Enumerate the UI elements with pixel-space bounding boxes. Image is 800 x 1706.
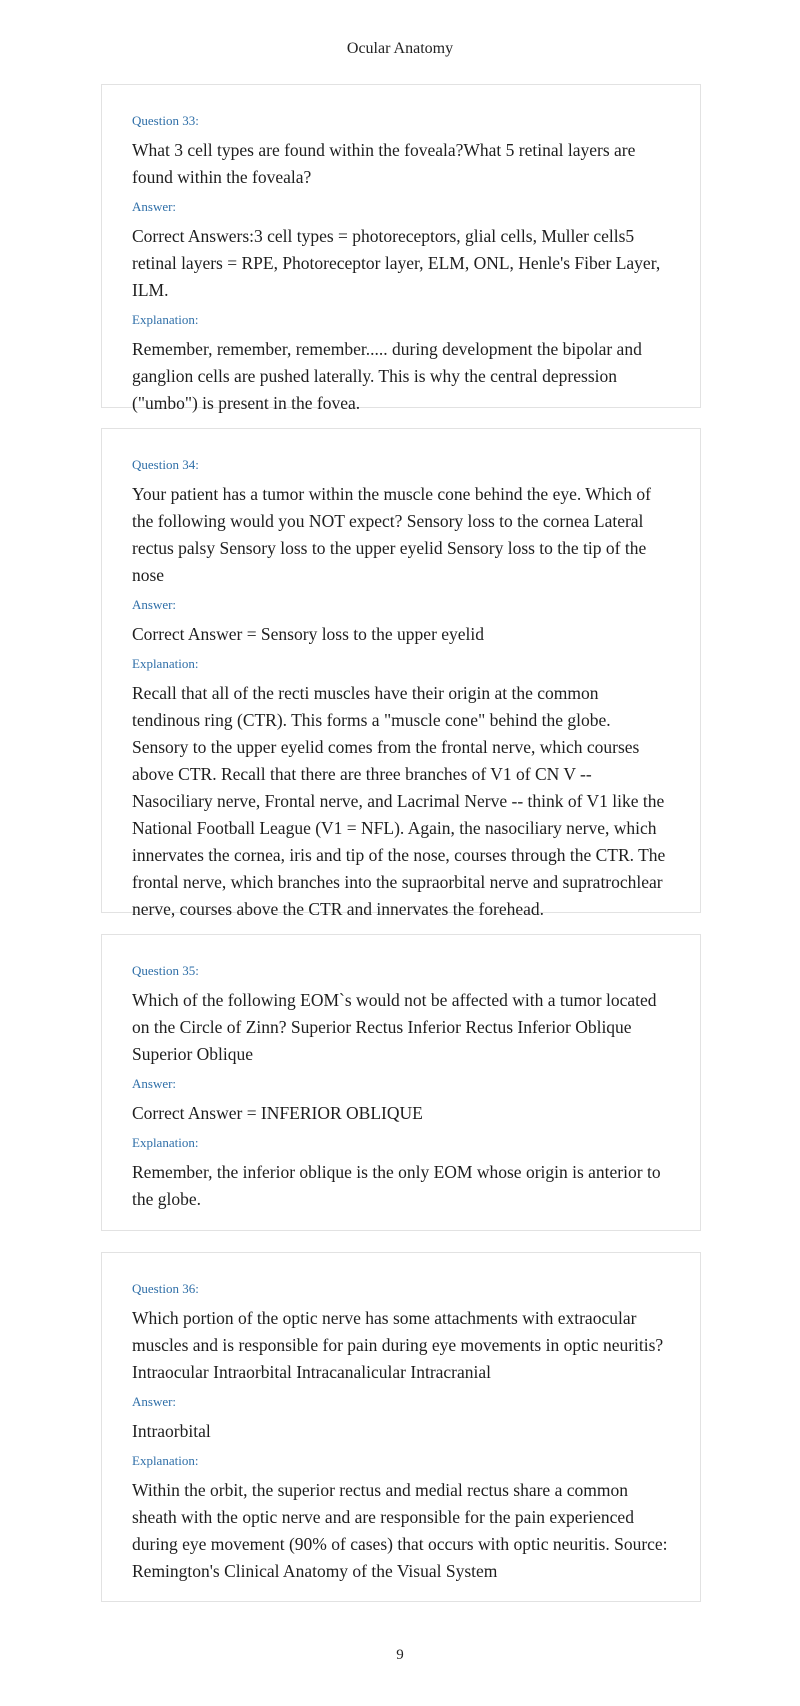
answer-label: Answer: <box>132 1076 177 1091</box>
question-card: Question 33: What 3 cell types are found… <box>101 84 701 413</box>
question-label: Question 34: <box>132 457 199 472</box>
question-label: Question 36: <box>132 1281 199 1296</box>
answer-text: Correct Answers:3 cell types = photorece… <box>132 226 661 300</box>
explanation-text: Recall that all of the recti muscles hav… <box>132 683 666 919</box>
page-title: Ocular Anatomy <box>346 40 454 57</box>
explanation-label: Explanation: <box>132 312 199 327</box>
question-text: Your patient has a tumor within the musc… <box>132 484 651 585</box>
explanation-text: Remember, remember, remember..... during… <box>132 339 642 413</box>
question-text: Which portion of the optic nerve has som… <box>132 1308 664 1382</box>
answer-label: Answer: <box>132 1394 177 1409</box>
question-card: Question 35: Which of the following EOM`… <box>101 934 701 1231</box>
explanation-text: Remember, the inferior oblique is the on… <box>132 1162 661 1209</box>
answer-label: Answer: <box>132 597 177 612</box>
answer-label: Answer: <box>132 199 177 214</box>
question-card: Question 36: Which portion of the optic … <box>101 1252 701 1602</box>
answer-text: Correct Answer = INFERIOR OBLIQUE <box>132 1103 423 1123</box>
answer-text: Intraorbital <box>132 1421 211 1441</box>
page-number: 9 <box>396 1647 404 1663</box>
question-label: Question 35: <box>132 963 199 978</box>
question-label: Question 33: <box>132 113 199 128</box>
explanation-text: Within the orbit, the superior rectus an… <box>132 1480 668 1581</box>
explanation-label: Explanation: <box>132 1453 199 1468</box>
explanation-label: Explanation: <box>132 656 199 671</box>
answer-text: Correct Answer = Sensory loss to the upp… <box>132 624 485 644</box>
question-card: Question 34: Your patient has a tumor wi… <box>101 428 701 919</box>
question-text: What 3 cell types are found within the f… <box>132 140 636 187</box>
explanation-label: Explanation: <box>132 1135 199 1150</box>
question-text: Which of the following EOM`s would not b… <box>132 990 657 1064</box>
